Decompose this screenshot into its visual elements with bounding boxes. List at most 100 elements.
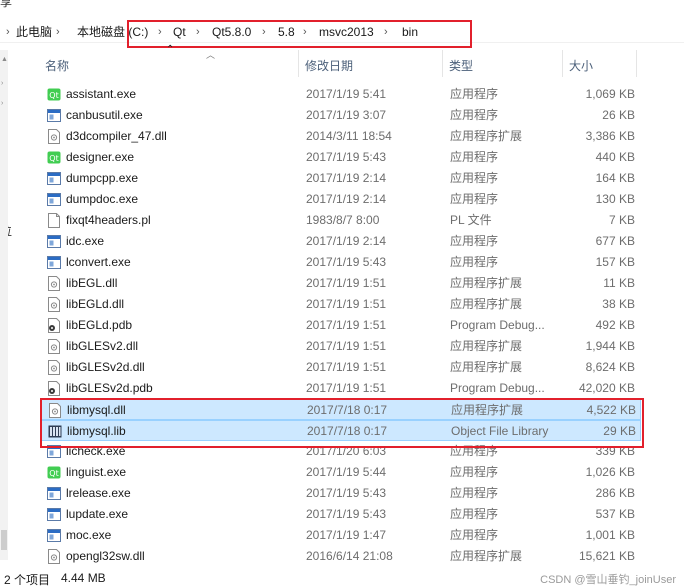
file-row[interactable]: libEGLd.pdb 2017/1/19 1:51 Program Debug..… [41,315,641,336]
file-name: linguist.exe [66,465,127,479]
file-row[interactable]: Qt designer.exe 2017/1/19 5:43 应用程序 440 KB [41,147,641,168]
file-type: 应用程序 [450,192,499,206]
file-type: 应用程序 [450,465,499,479]
file-date: 2017/1/19 2:14 [306,192,387,206]
column-date[interactable]: 修改日期 [305,57,353,74]
file-row[interactable]: opengl32sw.dll 2016/6/14 21:08 应用程序扩展 15,62… [41,546,641,567]
watermark: CSDN @雪山垂钓_joinUser [540,574,676,586]
file-date: 2017/1/19 5:43 [306,150,387,164]
column-divider[interactable] [442,50,443,77]
file-size: 8,624 KB [585,360,635,374]
sort-arrow-icon: ︿ [206,50,216,60]
file-type: 应用程序 [450,171,499,185]
file-row[interactable]: libGLESv2d.pdb 2017/1/19 1:51 Program Debu… [41,378,641,399]
exe-icon [47,108,61,123]
file-size: 157 KB [595,255,635,269]
column-header: 名称 ︿ 修改日期 类型 大小 [40,50,640,77]
file-type: Program Debug... [450,381,545,395]
file-row[interactable]: d3dcompiler_47.dll 2014/3/11 18:54 应用程序扩展 3… [41,126,641,147]
file-name: designer.exe [66,150,135,164]
file-name: libGLESv2.dll [66,339,139,353]
file-row[interactable]: lupdate.exe 2017/1/19 5:43 应用程序 537 KB [41,504,641,525]
file-row[interactable]: libEGL.dll 2017/1/19 1:51 应用程序扩展 11 KB [41,273,641,294]
top-partial-text: 享 [0,0,13,9]
column-divider[interactable] [298,50,299,77]
file-size: 3,386 KB [585,129,635,143]
file-type: 应用程序 [450,255,499,269]
file-name: dumpdoc.exe [66,192,139,206]
file-date: 2017/1/19 5:43 [306,255,387,269]
file-type: 应用程序扩展 [450,297,523,311]
column-name[interactable]: 名称 [45,57,69,74]
exe-icon [47,486,61,501]
file-row[interactable]: fixqt4headers.pl 1983/8/7 8:00 PL 文件 7 KB [41,210,641,231]
file-row[interactable]: lconvert.exe 2017/1/19 5:43 应用程序 157 KB [41,252,641,273]
file-type: 应用程序扩展 [450,360,523,374]
file-size: 677 KB [595,234,635,248]
file-row[interactable]: libGLESv2d.dll 2017/1/19 1:51 应用程序扩展 8,624 … [41,357,641,378]
breadcrumb-separator[interactable]: › [56,24,60,40]
breadcrumb-separator: › [6,26,10,38]
file-date: 2017/1/19 2:14 [306,171,387,185]
file-type: 应用程序扩展 [450,276,523,290]
file-row[interactable]: lrelease.exe 2017/1/19 5:43 应用程序 286 KB [41,483,641,504]
file-type: 应用程序 [450,507,499,521]
file-size: 1,001 KB [585,528,635,542]
file-name: libEGL.dll [66,276,118,290]
file-size: 440 KB [595,150,635,164]
file-name: opengl32sw.dll [66,549,145,563]
file-size: 286 KB [595,486,635,500]
file-size: 1,944 KB [585,339,635,353]
file-row[interactable]: dumpcpp.exe 2017/1/19 2:14 应用程序 164 KB [41,168,641,189]
breadcrumb-this-pc[interactable]: 此电脑 [16,24,52,40]
column-divider[interactable] [562,50,563,77]
file-size: 11 KB [603,276,635,290]
file-row[interactable]: libGLESv2.dll 2017/1/19 1:51 应用程序扩展 1,944 K… [41,336,641,357]
file-row[interactable]: Qt linguist.exe 2017/1/19 5:44 应用程序 1,026 KB [41,462,641,483]
column-divider[interactable] [636,50,637,77]
file-size: 130 KB [595,192,635,206]
file-name: d3dcompiler_47.dll [66,129,167,143]
file-row[interactable]: Qt assistant.exe 2017/1/19 5:41 应用程序 1,069 K… [41,84,641,105]
qt-app-icon: Qt [47,465,61,480]
column-type[interactable]: 类型 [449,57,473,74]
file-date: 2017/1/19 1:51 [306,318,387,332]
dll-icon [47,129,61,144]
file-row[interactable]: dumpdoc.exe 2017/1/19 2:14 应用程序 130 KB [41,189,641,210]
file-type: 应用程序扩展 [450,549,523,563]
file-date: 2017/1/19 5:43 [306,486,387,500]
file-size: 492 KB [595,318,635,332]
file-row[interactable]: moc.exe 2017/1/19 1:47 应用程序 1,001 KB [41,525,641,546]
status-selection-size: 4.44 MB [61,571,106,585]
file-size: 7 KB [608,213,635,227]
highlight-box-path [127,20,472,48]
file-name: moc.exe [66,528,112,542]
scroll-up-arrow-icon[interactable]: ▲ [1,56,8,63]
dll-icon [47,549,61,564]
scrollbar-thumb[interactable] [1,530,7,550]
file-row[interactable]: idc.exe 2017/1/19 2:14 应用程序 677 KB [41,231,641,252]
file-row[interactable]: libEGLd.dll 2017/1/19 1:51 应用程序扩展 38 KB [41,294,641,315]
file-row[interactable]: canbusutil.exe 2017/1/19 3:07 应用程序 26 KB [41,105,641,126]
file-date: 2017/1/19 1:51 [306,339,387,353]
top-edge: 享 [0,0,684,9]
file-date: 2017/1/19 5:43 [306,507,387,521]
file-date: 2017/1/19 1:51 [306,360,387,374]
file-size: 537 KB [595,507,635,521]
qt-app-icon: Qt [47,87,61,102]
file-date: 2017/1/19 5:44 [306,465,387,479]
file-name: dumpcpp.exe [66,171,139,185]
column-size[interactable]: 大小 [569,57,593,74]
file-date: 2017/1/19 1:51 [306,297,387,311]
file-date: 1983/8/7 8:00 [306,213,380,227]
file-date: 2017/1/19 1:51 [306,276,387,290]
file-name: canbusutil.exe [66,108,143,122]
exe-icon [47,171,61,186]
file-date: 2017/1/19 5:41 [306,87,387,101]
svg-text:Qt: Qt [49,91,58,100]
nav-scrollbar[interactable]: ▲ › › [0,50,8,560]
file-type: PL 文件 [450,213,492,227]
pdb-icon [47,318,61,333]
exe-icon [47,507,61,522]
dll-icon [47,339,61,354]
